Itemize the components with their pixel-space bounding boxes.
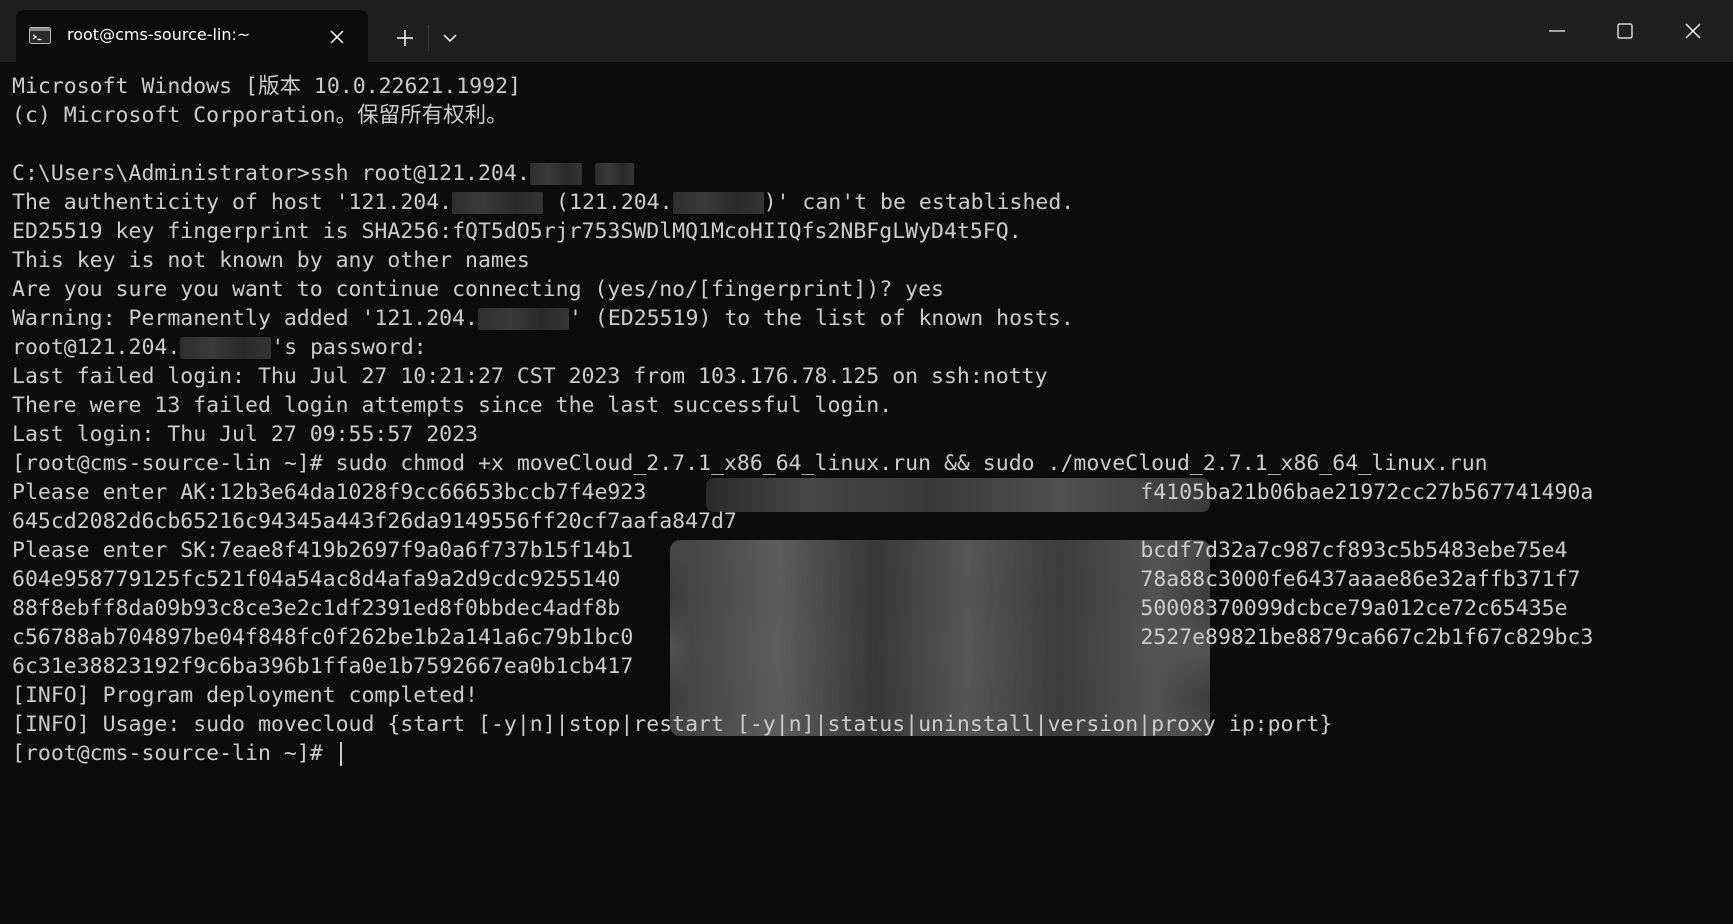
minimize-icon bbox=[1549, 30, 1565, 32]
terminal-line: 6c31e38823192f9c6ba396b1ffa0e1b7592667ea… bbox=[12, 652, 1593, 681]
terminal-text: Please enter SK:7eae8f419b2697f9a0a6f737… bbox=[12, 538, 634, 563]
terminal-output[interactable]: Microsoft Windows [版本 10.0.22621.1992] (c… bbox=[0, 62, 1733, 924]
close-icon bbox=[1685, 23, 1701, 39]
terminal-text: )' can't be established. bbox=[763, 190, 1075, 215]
terminal-line: There were 13 failed login attempts sinc… bbox=[12, 391, 1593, 420]
redacted-text bbox=[672, 192, 764, 214]
maximize-button[interactable] bbox=[1591, 0, 1659, 62]
chevron-down-icon[interactable] bbox=[436, 24, 464, 52]
redacted-text bbox=[452, 192, 544, 214]
terminal-text: 6c31e38823192f9c6ba396b1ffa0e1b7592667ea… bbox=[12, 654, 634, 679]
terminal-text: bcdf7d32a7c987cf893c5b5483ebe75e4 bbox=[1140, 538, 1568, 563]
text-cursor bbox=[339, 742, 342, 766]
terminal-line: Last failed login: Thu Jul 27 10:21:27 C… bbox=[12, 362, 1593, 391]
minimize-button[interactable] bbox=[1523, 0, 1591, 62]
terminal-text: Last failed login: Thu Jul 27 10:21:27 C… bbox=[12, 364, 1048, 389]
terminal-text: [INFO] Usage: sudo movecloud {start [-y|… bbox=[12, 712, 1333, 737]
terminal-line: [root@cms-source-lin ~]# sudo chmod +x m… bbox=[12, 449, 1593, 478]
terminal-line: 88f8ebff8da09b93c8ce3e2c1df2391ed8f0bbde… bbox=[12, 594, 1593, 623]
terminal-line: 604e958779125fc521f04a54ac8d4afa9a2d9cdc… bbox=[12, 565, 1593, 594]
tab-divider bbox=[428, 25, 429, 51]
tab-terminal[interactable]: root@cms-source-lin:~ bbox=[16, 10, 368, 62]
redacted-text bbox=[478, 308, 569, 330]
terminal-text: c56788ab704897be04f848fc0f262be1b2a141a6… bbox=[12, 625, 634, 650]
terminal-text: There were 13 failed login attempts sinc… bbox=[12, 393, 893, 418]
terminal-text: This key is not known by any other names bbox=[12, 248, 530, 273]
terminal-line: (c) Microsoft Corporation。保留所有权利。 bbox=[12, 101, 1593, 130]
terminal-line: Warning: Permanently added '121.204. ' (E… bbox=[12, 304, 1593, 333]
terminal-line: root@121.204. 's password: bbox=[12, 333, 1593, 362]
terminal-text: root@121.204. bbox=[12, 335, 181, 360]
terminal-text: ' (ED25519) to the list of known hosts. bbox=[569, 306, 1074, 331]
close-button[interactable] bbox=[1659, 0, 1733, 62]
maximize-icon bbox=[1617, 23, 1633, 39]
terminal-text: The authenticity of host '121.204. bbox=[12, 190, 453, 215]
terminal-text: 50008370099dcbce79a012ce72c65435e bbox=[1140, 596, 1568, 621]
terminal-line: [INFO] Usage: sudo movecloud {start [-y|… bbox=[12, 710, 1593, 739]
terminal-line: Are you sure you want to continue connec… bbox=[12, 275, 1593, 304]
terminal-line: The authenticity of host '121.204. (121.… bbox=[12, 188, 1593, 217]
terminal-text: 's password: bbox=[271, 335, 427, 360]
terminal-text: 78a88c3000fe6437aaae86e32affb371f7 bbox=[1140, 567, 1581, 592]
terminal-text: (121.204. bbox=[543, 190, 673, 215]
title-bar[interactable]: root@cms-source-lin:~ bbox=[0, 0, 1733, 62]
scrollbar[interactable] bbox=[1724, 62, 1730, 924]
terminal-line: This key is not known by any other names bbox=[12, 246, 1593, 275]
terminal-line: c56788ab704897be04f848fc0f262be1b2a141a6… bbox=[12, 623, 1593, 652]
terminal-text: (c) Microsoft Corporation。保留所有权利。 bbox=[12, 103, 508, 128]
terminal-text: Microsoft Windows [版本 10.0.22621.1992] bbox=[12, 74, 521, 99]
redacted-text bbox=[180, 337, 272, 359]
tab-title: root@cms-source-lin:~ bbox=[67, 25, 251, 44]
terminal-text: Are you sure you want to continue connec… bbox=[12, 277, 944, 302]
terminal-text: ED25519 key fingerprint is SHA256:fQT5dO… bbox=[12, 219, 1022, 244]
terminal-text: Please enter AK:12b3e64da1028f9cc66653bc… bbox=[12, 480, 647, 505]
terminal-text: 645cd2082d6cb65216c94345a443f26da9149556… bbox=[12, 509, 737, 534]
terminal-line: [root@cms-source-lin ~]# bbox=[12, 739, 1593, 768]
terminal-line: [INFO] Program deployment completed! bbox=[12, 681, 1593, 710]
terminal-text: f4105ba21b06bae21972cc27b567741490a bbox=[1140, 480, 1594, 505]
terminal-line: Please enter SK:7eae8f419b2697f9a0a6f737… bbox=[12, 536, 1593, 565]
terminal-text: 88f8ebff8da09b93c8ce3e2c1df2391ed8f0bbde… bbox=[12, 596, 621, 621]
redacted-text bbox=[529, 163, 582, 185]
terminal-icon bbox=[29, 27, 51, 44]
terminal-line: C:\Users\Administrator>ssh root@121.204. bbox=[12, 159, 1593, 188]
tab-close-icon[interactable] bbox=[326, 26, 348, 48]
terminal-text: [INFO] Program deployment completed! bbox=[12, 683, 478, 708]
terminal-text: C:\Users\Administrator>ssh root@121.204. bbox=[12, 161, 530, 186]
terminal-text: Last login: Thu Jul 27 09:55:57 2023 bbox=[12, 422, 478, 447]
terminal-text: [root@cms-source-lin ~]# bbox=[12, 741, 336, 766]
terminal-text: 604e958779125fc521f04a54ac8d4afa9a2d9cdc… bbox=[12, 567, 621, 592]
terminal-line: Microsoft Windows [版本 10.0.22621.1992] bbox=[12, 72, 1593, 101]
plus-icon[interactable] bbox=[391, 24, 419, 52]
redacted-text bbox=[594, 163, 634, 185]
terminal-window: root@cms-source-lin:~ Microsoft Windows … bbox=[0, 0, 1733, 924]
terminal-line: Last login: Thu Jul 27 09:55:57 2023 bbox=[12, 420, 1593, 449]
terminal-text: Warning: Permanently added '121.204. bbox=[12, 306, 478, 331]
terminal-text: 2527e89821be8879ca667c2b1f67c829bc3 bbox=[1140, 625, 1594, 650]
terminal-line: Please enter AK:12b3e64da1028f9cc66653bc… bbox=[12, 478, 1593, 507]
terminal-line: ED25519 key fingerprint is SHA256:fQT5dO… bbox=[12, 217, 1593, 246]
terminal-line: 645cd2082d6cb65216c94345a443f26da9149556… bbox=[12, 507, 1593, 536]
terminal-lines: Microsoft Windows [版本 10.0.22621.1992] (c… bbox=[12, 72, 1593, 768]
terminal-text: [root@cms-source-lin ~]# sudo chmod +x m… bbox=[12, 451, 1488, 476]
